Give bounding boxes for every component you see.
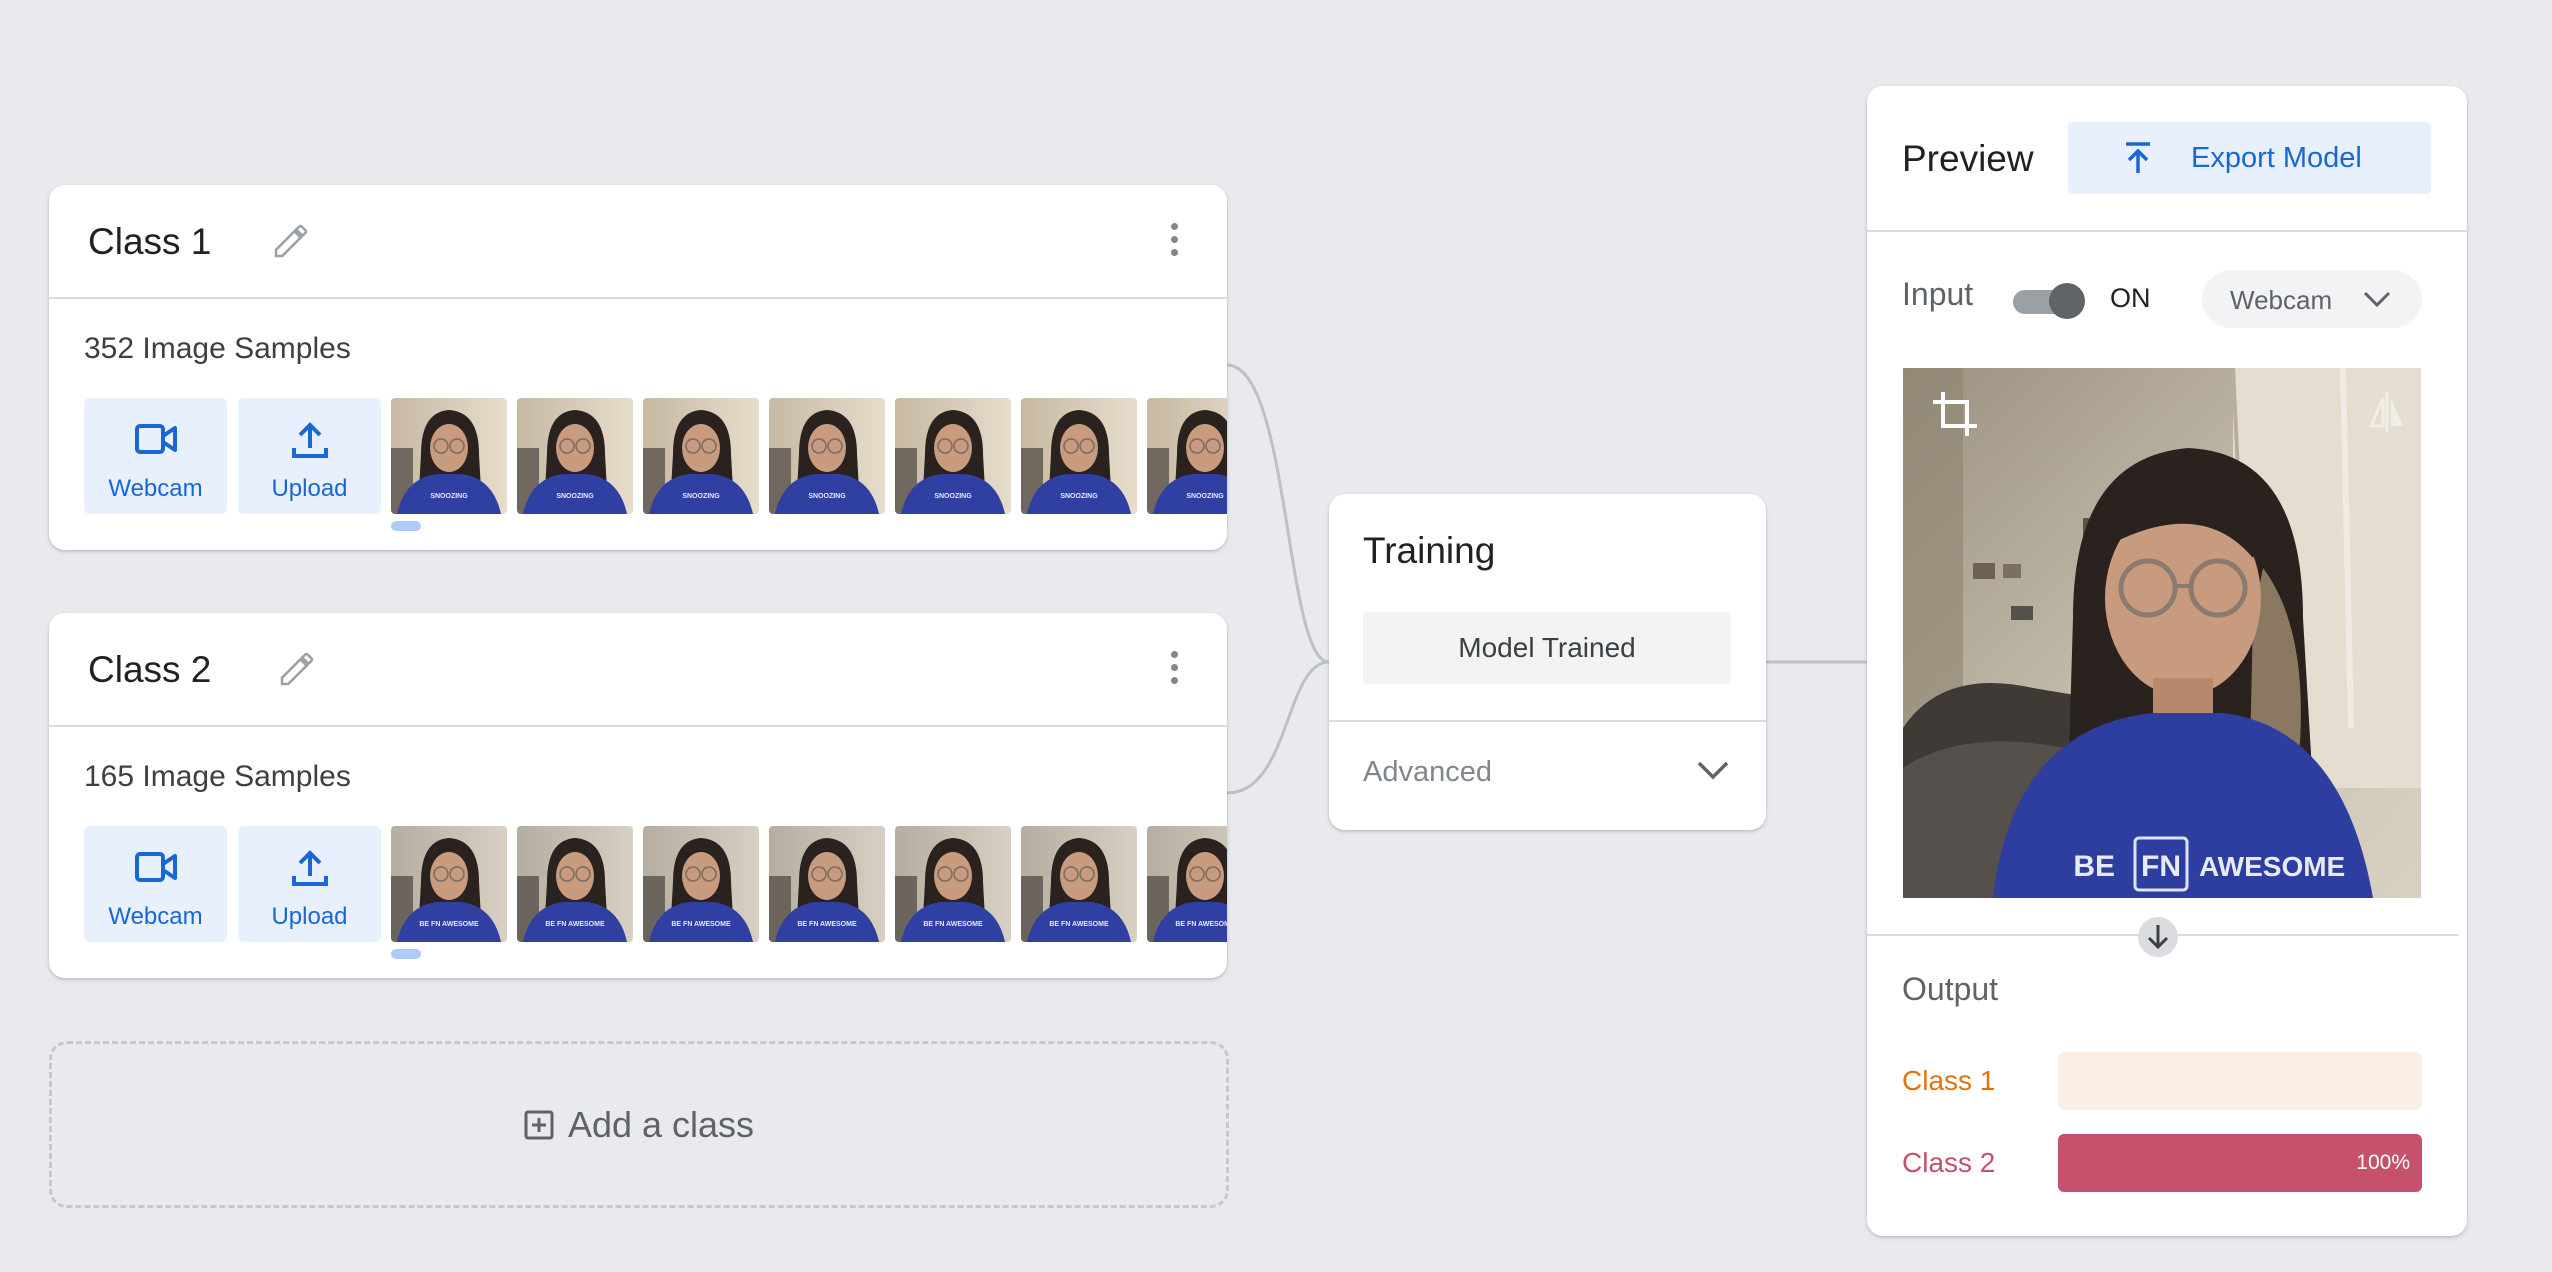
webcam-preview: FN BE AWESOME: [1903, 368, 2421, 898]
sample-count: 352 Image Samples: [84, 332, 351, 365]
svg-text:SNOOZING: SNOOZING: [556, 493, 594, 500]
add-class-button[interactable]: Add a class: [49, 1041, 1229, 1208]
svg-text:SNOOZING: SNOOZING: [808, 493, 846, 500]
scroll-indicator[interactable]: [391, 949, 421, 959]
video-shirt-logo: FN: [2141, 850, 2181, 883]
input-source-select[interactable]: Webcam: [2202, 270, 2422, 328]
class-name[interactable]: Class 2: [88, 649, 211, 691]
export-upload-icon: [2126, 142, 2150, 173]
train-model-button[interactable]: Model Trained: [1363, 612, 1731, 684]
svg-text:BE FN AWESOME: BE FN AWESOME: [923, 921, 983, 928]
svg-text:BE FN AWESOME: BE FN AWESOME: [797, 921, 857, 928]
confidence-percent: 100%: [2356, 1151, 2410, 1174]
output-row-class-1: Class 1: [1867, 1052, 2467, 1110]
svg-text:BE FN AWESOME: BE FN AWESOME: [1175, 921, 1227, 928]
input-toggle[interactable]: [2013, 283, 2085, 319]
upload-button[interactable]: Upload: [238, 398, 381, 514]
input-label: Input: [1902, 276, 1974, 312]
sample-thumbnail[interactable]: SNOOZING: [391, 398, 507, 514]
sample-count: 165 Image Samples: [84, 760, 351, 793]
sample-thumbnails: SNOOZING SNOOZING SNOOZING SNOOZING SNOOZING…: [391, 398, 1227, 514]
sample-thumbnail[interactable]: SNOOZING: [517, 398, 633, 514]
class-card-header: Class 1: [49, 185, 1227, 299]
webcam-frame: FN BE AWESOME: [1903, 368, 2421, 898]
sample-thumbnail[interactable]: BE FN AWESOME: [391, 826, 507, 942]
flip-camera-icon[interactable]: [2367, 390, 2407, 434]
upload-icon: [291, 850, 328, 886]
training-card: Training Model Trained Advanced: [1329, 494, 1766, 830]
sample-thumbnail[interactable]: BE FN AWESOME: [517, 826, 633, 942]
advanced-expander[interactable]: Advanced: [1329, 722, 1766, 830]
class-card-header: Class 2: [49, 613, 1227, 727]
sample-thumbnail[interactable]: SNOOZING: [895, 398, 1011, 514]
sample-thumbnail[interactable]: BE FN AWESOME: [1021, 826, 1137, 942]
output-row-class-2: Class 2 100%: [1867, 1134, 2467, 1192]
more-options-icon[interactable]: [1167, 651, 1181, 691]
sample-thumbnail[interactable]: BE FN AWESOME: [769, 826, 885, 942]
svg-text:SNOOZING: SNOOZING: [1060, 493, 1098, 500]
edit-pencil-icon[interactable]: [277, 649, 317, 689]
confidence-bar: 100%: [2058, 1134, 2422, 1192]
sample-thumbnail[interactable]: BE FN AWESOME: [895, 826, 1011, 942]
toggle-state-label: ON: [2110, 283, 2151, 313]
sample-thumbnail[interactable]: SNOOZING: [1021, 398, 1137, 514]
add-box-icon: [524, 1110, 554, 1139]
output-class-label: Class 2: [1902, 1147, 1996, 1178]
svg-text:BE FN AWESOME: BE FN AWESOME: [545, 921, 605, 928]
svg-text:SNOOZING: SNOOZING: [430, 493, 468, 500]
sample-thumbnail[interactable]: BE FN AWESOME: [1147, 826, 1227, 942]
svg-text:SNOOZING: SNOOZING: [682, 493, 720, 500]
scroll-indicator[interactable]: [391, 521, 421, 531]
class-card-1: Class 1 352 Image Samples Webcam Upload …: [49, 185, 1227, 550]
webcam-button[interactable]: Webcam: [84, 398, 227, 514]
upload-button[interactable]: Upload: [238, 826, 381, 942]
sample-thumbnail[interactable]: SNOOZING: [1147, 398, 1227, 514]
svg-text:SNOOZING: SNOOZING: [934, 493, 972, 500]
svg-text:BE FN AWESOME: BE FN AWESOME: [671, 921, 731, 928]
sample-thumbnail[interactable]: SNOOZING: [769, 398, 885, 514]
svg-text:SNOOZING: SNOOZING: [1186, 493, 1224, 500]
video-shirt-right: AWESOME: [2199, 851, 2345, 882]
svg-text:BE FN AWESOME: BE FN AWESOME: [419, 921, 479, 928]
chevron-down-icon: [1697, 761, 1729, 780]
sample-thumbnail[interactable]: SNOOZING: [643, 398, 759, 514]
video-camera-icon: [134, 424, 177, 454]
output-label: Output: [1902, 971, 1999, 1007]
more-options-icon[interactable]: [1167, 223, 1181, 263]
video-camera-icon: [134, 852, 177, 882]
sample-thumbnails: BE FN AWESOME BE FN AWESOME BE FN AWESOME B…: [391, 826, 1227, 942]
webcam-button[interactable]: Webcam: [84, 826, 227, 942]
sample-thumbnail[interactable]: BE FN AWESOME: [643, 826, 759, 942]
divider: [1867, 230, 2467, 232]
confidence-bar: [2058, 1052, 2422, 1110]
export-model-button[interactable]: Export Model: [2068, 122, 2431, 194]
class-card-2: Class 2 165 Image Samples Webcam Upload …: [49, 613, 1227, 978]
chevron-down-icon: [2363, 291, 2391, 308]
crop-icon[interactable]: [1931, 390, 1979, 438]
training-title: Training: [1363, 530, 1496, 571]
preview-card: Preview Export Model Input ON Webcam FN …: [1867, 86, 2467, 1236]
upload-icon: [291, 422, 328, 458]
advanced-label: Advanced: [1363, 756, 1492, 788]
output-class-label: Class 1: [1902, 1065, 1996, 1096]
preview-title: Preview: [1902, 138, 2034, 179]
class-name[interactable]: Class 1: [88, 221, 211, 263]
svg-text:BE FN AWESOME: BE FN AWESOME: [1049, 921, 1109, 928]
edit-pencil-icon[interactable]: [271, 221, 311, 261]
video-shirt-left: BE: [2073, 850, 2115, 883]
arrow-down-icon: [2138, 917, 2178, 957]
add-class-label: Add a class: [567, 1103, 755, 1145]
